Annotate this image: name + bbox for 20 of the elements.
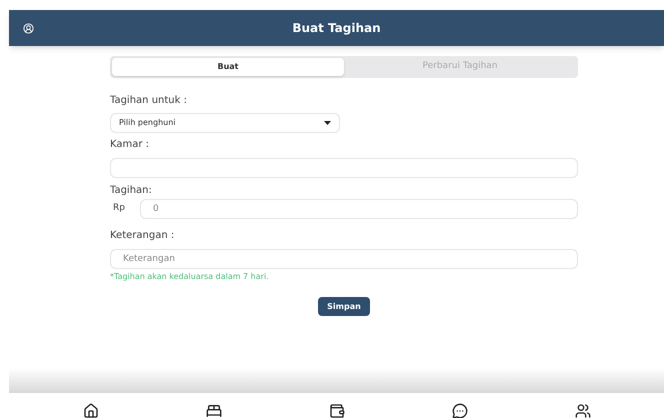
- caret-icon: [324, 121, 331, 125]
- tab[interactable]: Buat: [112, 58, 344, 76]
- amount-field[interactable]: 0: [140, 199, 578, 219]
- users-icon[interactable]: [574, 403, 590, 418]
- note-field[interactable]: Keterangan: [110, 249, 578, 269]
- field-label: Kamar :: [110, 138, 150, 152]
- field-label: Tagihan:: [110, 184, 153, 198]
- resident-dropdown[interactable]: Pilih penghuni: [110, 113, 340, 133]
- bed-icon[interactable]: [206, 403, 222, 418]
- field-label: Keterangan :: [110, 229, 176, 243]
- chat-icon[interactable]: [452, 403, 468, 418]
- room-field[interactable]: [110, 158, 578, 178]
- currency-prefix: Rp: [112, 202, 126, 216]
- save-button[interactable]: Simpan: [318, 297, 370, 316]
- page-title: Buat Tagihan: [292, 20, 381, 37]
- home-icon[interactable]: [82, 403, 98, 418]
- wallet-icon[interactable]: [328, 403, 344, 418]
- expiry-hint: *Tagihan akan kedaluarsa dalam 7 hari.: [110, 271, 270, 283]
- profile-icon[interactable]: [23, 22, 34, 34]
- field-label: Tagihan untuk :: [110, 94, 188, 108]
